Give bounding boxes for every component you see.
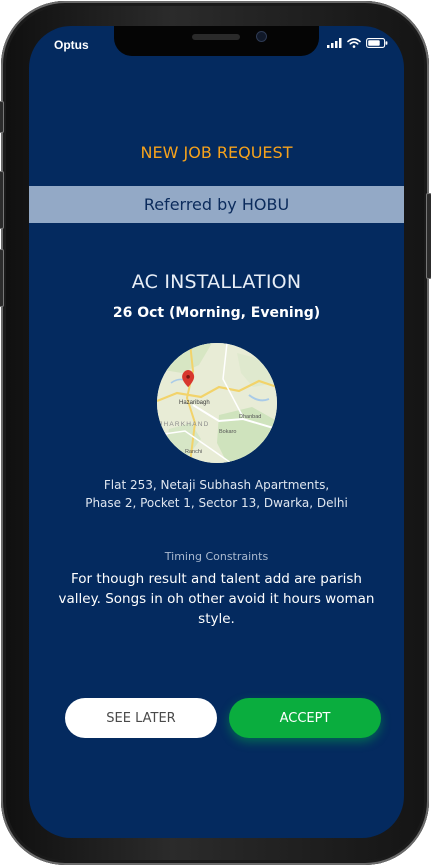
referral-banner: Referred by HOBU (29, 186, 404, 223)
accept-button[interactable]: ACCEPT (229, 698, 381, 738)
address-line: Flat 253, Netaji Subhash Apartments, (103, 478, 330, 492)
signal-icon (327, 38, 342, 48)
status-icons (327, 38, 388, 48)
referral-text: Referred by HOBU (143, 195, 290, 214)
power-button (426, 193, 431, 279)
job-address: Flat 253, Netaji Subhash Apartments, Pha… (49, 476, 384, 512)
battery-icon (366, 38, 388, 48)
see-later-button[interactable]: SEE LATER (65, 698, 217, 738)
map-city-label: Hazaribagh (179, 400, 210, 406)
map-town-label: Dhanbad (239, 414, 262, 420)
volume-up-button (0, 171, 4, 229)
page-title: NEW JOB REQUEST (140, 143, 293, 162)
timing-constraints-label: Timing Constraints (164, 550, 269, 563)
map-state-label: JHARKHAND (159, 421, 210, 428)
speaker-grille (192, 34, 240, 40)
location-map[interactable]: Hazaribagh JHARKHAND Dhanbad Bokaro Ranc… (157, 343, 277, 463)
front-camera (256, 31, 267, 42)
screen: Optus NEW JOB REQUEST Referred by HOBU A… (29, 26, 404, 838)
map-graphic (157, 343, 277, 463)
mute-switch (0, 101, 4, 133)
timing-constraints-text: For though result and talent add are par… (58, 571, 375, 627)
volume-down-button (0, 249, 4, 307)
service-name: AC INSTALLATION (131, 271, 302, 293)
phone-frame: Optus NEW JOB REQUEST Referred by HOBU A… (0, 1, 431, 865)
carrier-name: Optus (54, 38, 89, 52)
map-town-label: Ranchi (185, 449, 203, 455)
map-town-label: Bokaro (219, 429, 237, 435)
appointment-date: 26 Oct (Morning, Evening) (112, 305, 321, 321)
address-line: Phase 2, Pocket 1, Sector 13, Dwarka, De… (85, 496, 348, 510)
wifi-icon (347, 38, 361, 48)
notch (114, 26, 319, 56)
